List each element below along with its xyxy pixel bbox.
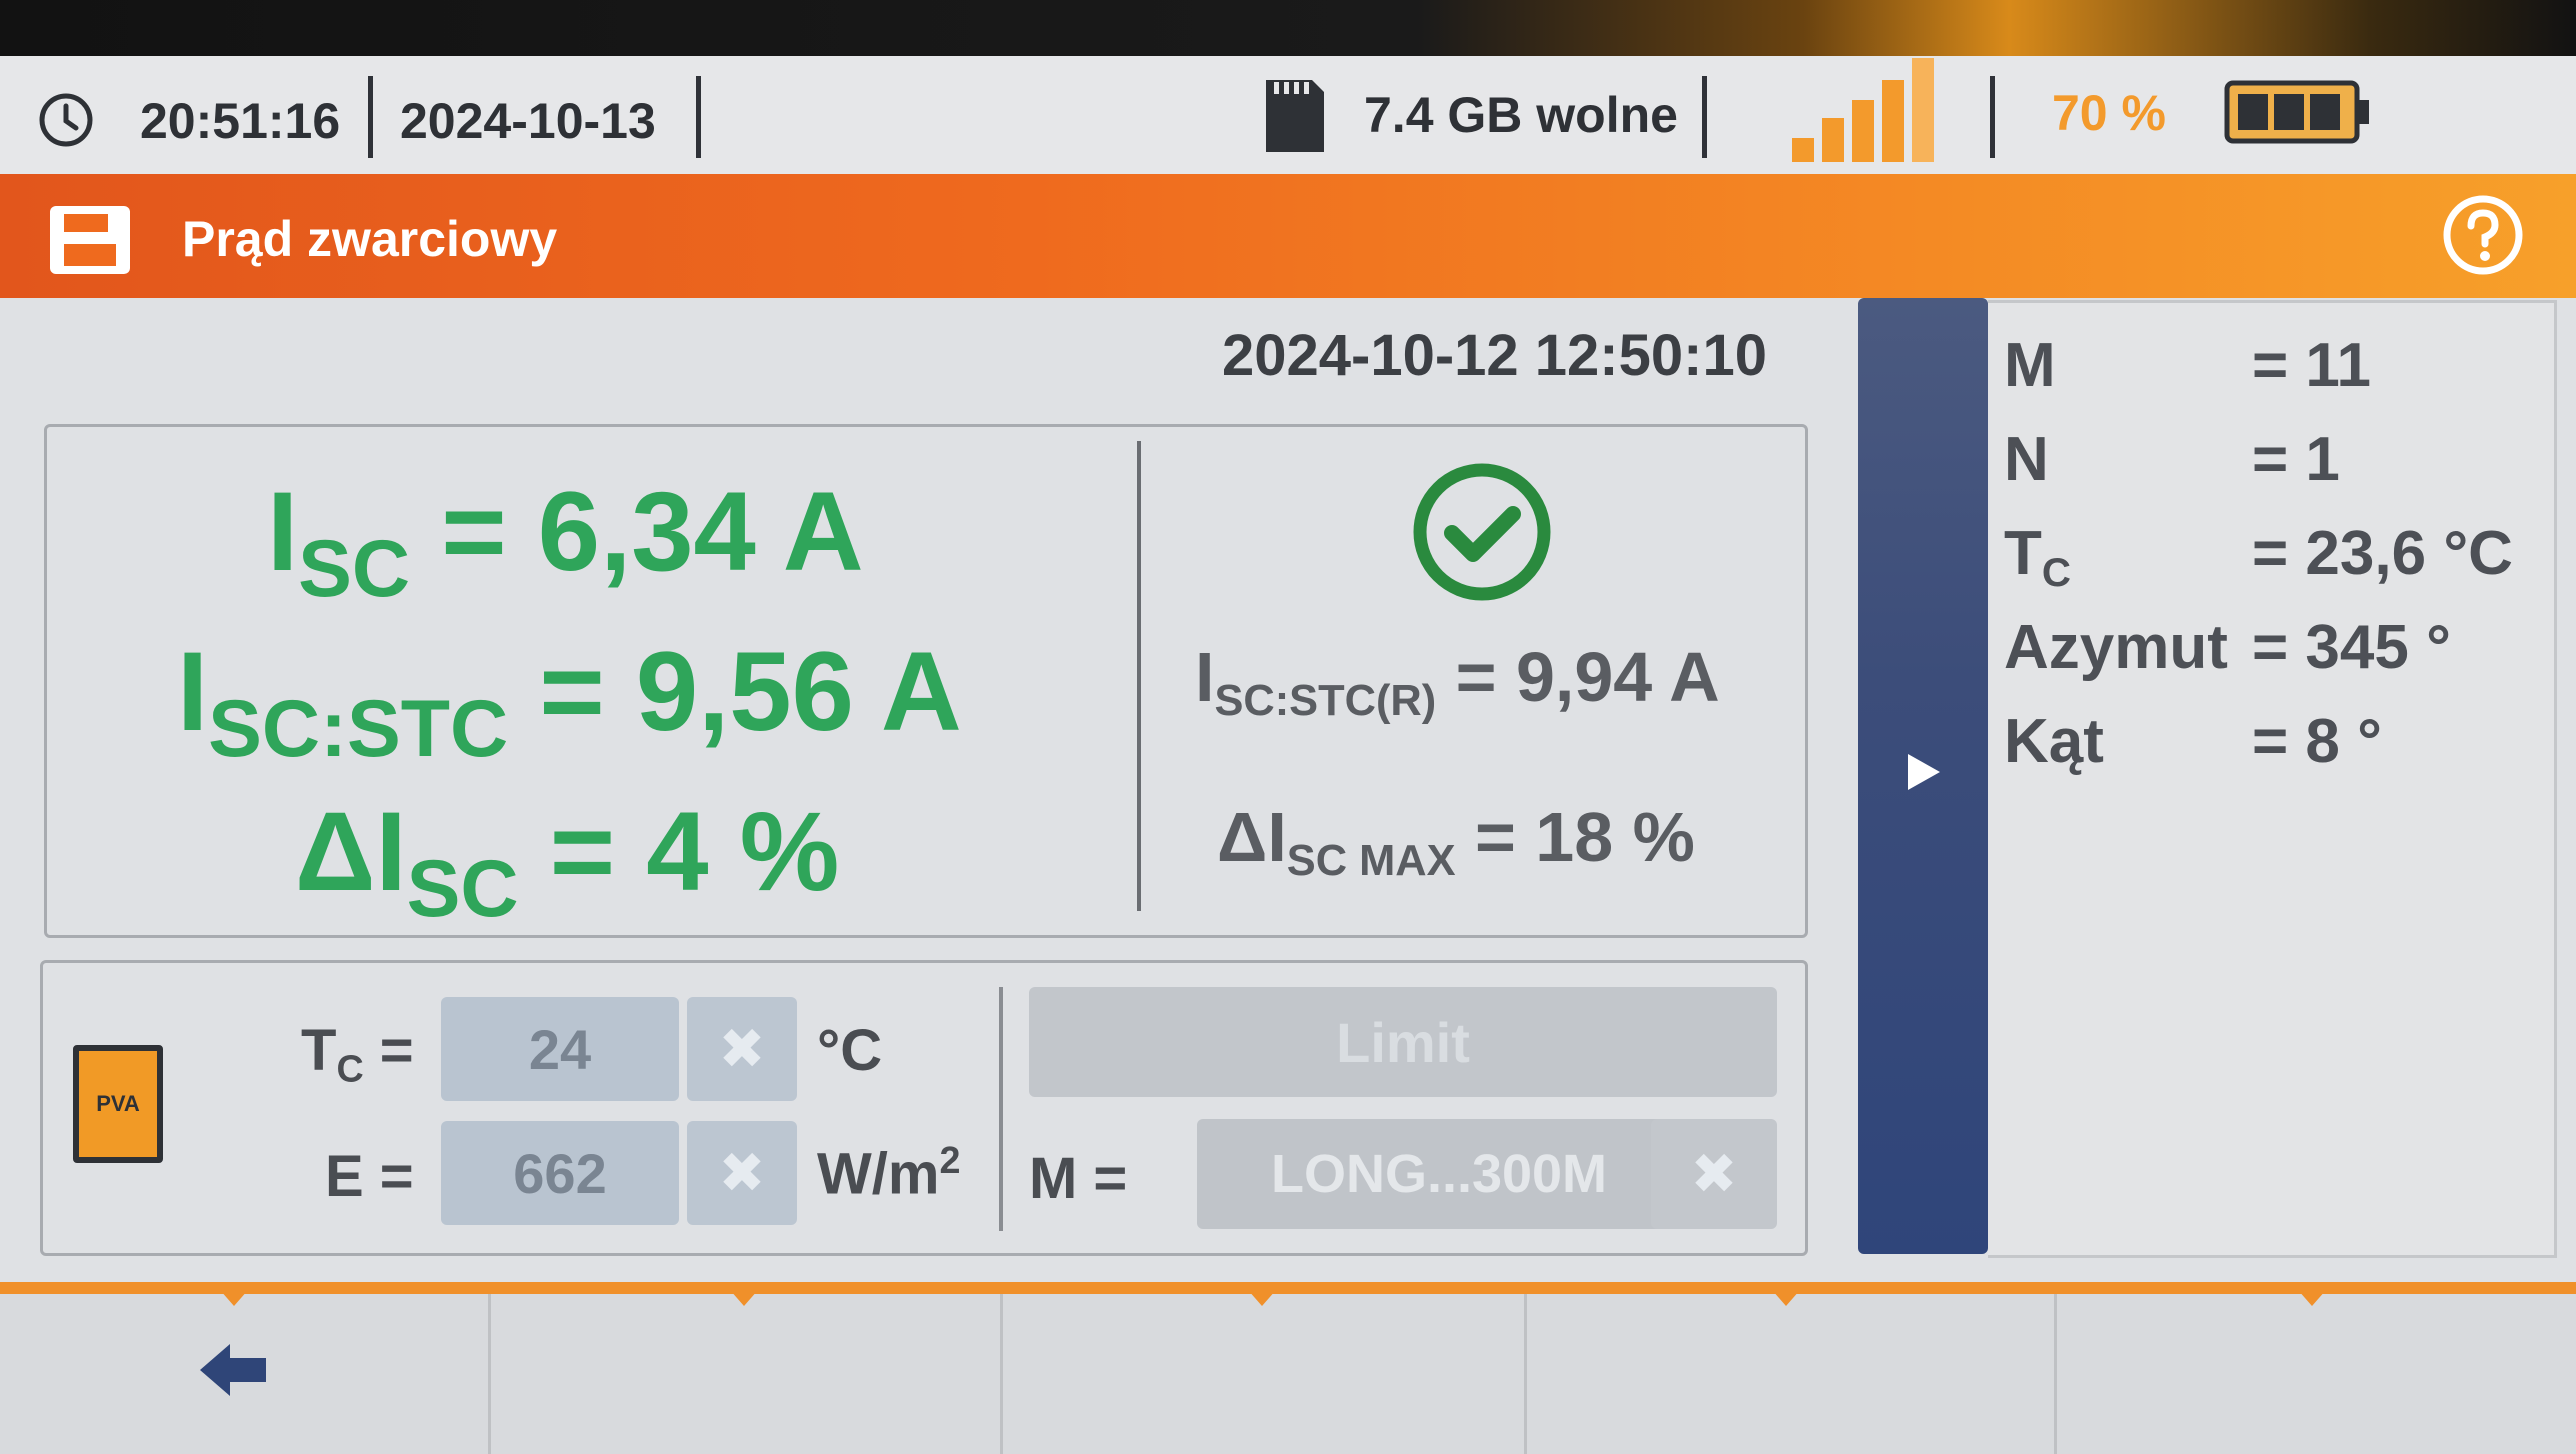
signal-icon bbox=[1790, 56, 1950, 164]
nav-tick bbox=[220, 1290, 248, 1306]
status-separator bbox=[1990, 76, 1995, 158]
limit-button[interactable]: Limit bbox=[1029, 987, 1777, 1097]
side-angle-key: Kąt bbox=[2004, 707, 2104, 776]
side-m-value: = 11 bbox=[2252, 331, 2371, 400]
pass-check-icon bbox=[1407, 457, 1557, 607]
title-bar: Prąd zwarciowy bbox=[0, 174, 2576, 298]
nav-button-4[interactable] bbox=[1527, 1294, 2054, 1454]
module-select[interactable]: LONG...300M bbox=[1197, 1119, 1681, 1229]
status-time: 20:51:16 bbox=[140, 93, 341, 149]
side-azimuth-key: Azymut bbox=[2004, 613, 2228, 682]
delta-isc-max-value: ΔISC MAX = 18 % bbox=[1217, 798, 1695, 885]
storage-free: 7.4 GB wolne bbox=[1364, 87, 1678, 143]
delta-isc-value: ΔISC = 4 % bbox=[295, 789, 840, 934]
pva-device-icon[interactable]: PVA bbox=[73, 1045, 163, 1163]
side-n-key: N bbox=[2004, 425, 2049, 494]
settings-divider bbox=[999, 987, 1003, 1231]
side-n-value: = 1 bbox=[2252, 425, 2340, 494]
side-m-key: M bbox=[2004, 331, 2056, 400]
nav-button-2[interactable] bbox=[491, 1294, 1000, 1454]
module-clear-button[interactable]: ✖ bbox=[1651, 1119, 1777, 1229]
status-bar: 20:51:16 2024-10-13 7.4 GB wolne 70 % bbox=[0, 56, 2576, 176]
play-arrow-icon bbox=[1904, 750, 1944, 794]
sd-card-icon bbox=[1262, 76, 1328, 156]
side-azimuth-value: = 345 ° bbox=[2252, 613, 2451, 682]
tc-unit: °C bbox=[817, 1018, 883, 1083]
m-label: M = bbox=[1029, 1146, 1128, 1211]
results-divider bbox=[1137, 441, 1141, 911]
isc-stc-r-value: ISC:STC(R) = 9,94 A bbox=[1195, 638, 1720, 725]
tc-input[interactable]: 24 bbox=[441, 997, 679, 1101]
e-unit: W/m2 bbox=[817, 1139, 961, 1207]
pva-label: PVA bbox=[96, 1091, 140, 1116]
back-arrow-icon[interactable] bbox=[196, 1338, 270, 1402]
device-bezel bbox=[0, 0, 2576, 56]
e-input[interactable]: 662 bbox=[441, 1121, 679, 1225]
page-title: Prąd zwarciowy bbox=[182, 211, 558, 267]
isc-stc-value: ISC:STC = 9,56 A bbox=[177, 629, 962, 774]
status-date: 2024-10-13 bbox=[400, 93, 656, 149]
isc-value: ISC = 6,34 A bbox=[267, 469, 864, 614]
battery-icon bbox=[2224, 80, 2374, 144]
nav-button-3[interactable] bbox=[1003, 1294, 1524, 1454]
status-separator bbox=[696, 76, 701, 158]
side-tc-key: TC bbox=[2004, 519, 2071, 596]
side-tc-value: = 23,6 °C bbox=[2252, 519, 2513, 588]
battery-percent: 70 % bbox=[2052, 85, 2166, 141]
e-clear-button[interactable]: ✖ bbox=[687, 1121, 797, 1225]
clock-icon bbox=[38, 92, 94, 148]
e-label: E = bbox=[325, 1144, 414, 1209]
side-angle-value: = 8 ° bbox=[2252, 707, 2382, 776]
status-separator bbox=[368, 76, 373, 158]
settings-panel: PVA TC = 24 ✖ °C E = 662 ✖ W/m2 Limit M … bbox=[40, 960, 1808, 1256]
status-separator bbox=[1702, 76, 1707, 158]
nav-accent-line bbox=[0, 1282, 2576, 1294]
tc-label: TC = bbox=[301, 1018, 414, 1090]
help-icon[interactable] bbox=[2436, 188, 2530, 282]
side-panel-toggle[interactable] bbox=[1858, 298, 1988, 1254]
nav-button-5[interactable] bbox=[2057, 1294, 2576, 1454]
save-icon[interactable] bbox=[46, 202, 134, 278]
measurement-timestamp: 2024-10-12 12:50:10 bbox=[1222, 323, 1767, 388]
results-panel: ISC = 6,34 A ISC:STC = 9,56 A ΔISC = 4 %… bbox=[44, 424, 1808, 938]
tc-clear-button[interactable]: ✖ bbox=[687, 997, 797, 1101]
